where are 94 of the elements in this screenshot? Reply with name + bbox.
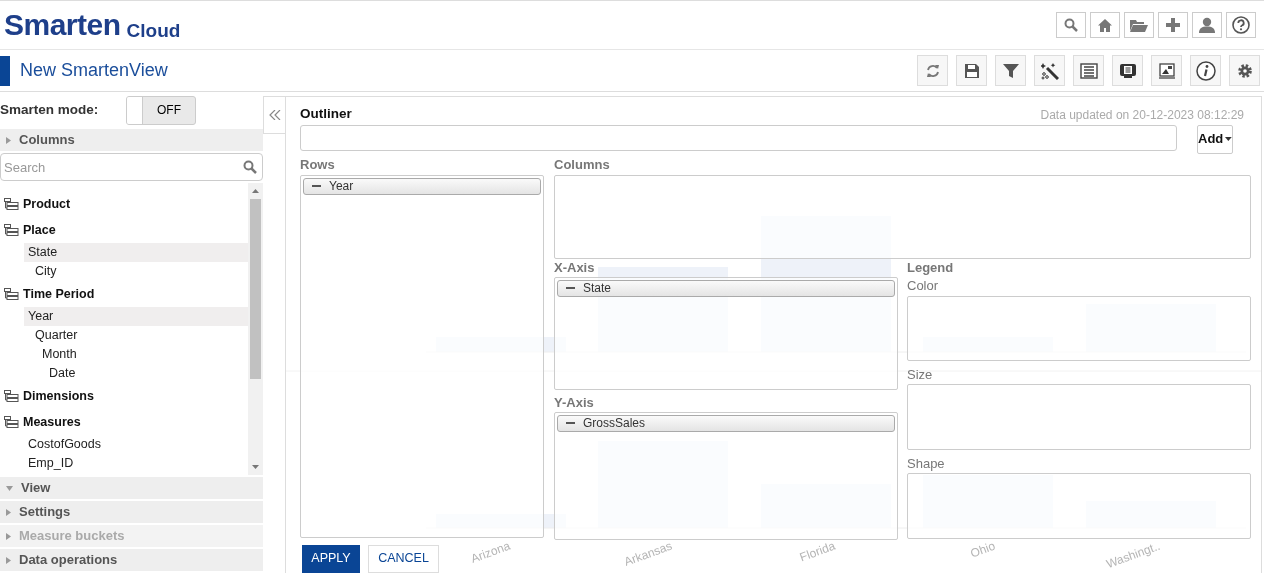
tree-item[interactable]: City — [24, 262, 248, 281]
caret-icon — [6, 508, 11, 516]
tree-group-label[interactable]: Measures — [23, 412, 81, 432]
caret-icon — [6, 556, 11, 564]
add-button[interactable] — [1158, 12, 1188, 38]
add-dropdown-button[interactable]: Add — [1197, 124, 1233, 154]
help-button[interactable] — [1226, 12, 1256, 38]
search-field[interactable]: Search — [0, 153, 263, 181]
minus-icon — [566, 287, 575, 289]
list-button[interactable] — [1073, 55, 1104, 86]
filter-icon — [1002, 62, 1019, 79]
field-label: Shape — [907, 455, 945, 472]
tree-item[interactable]: Emp_ID — [24, 454, 248, 473]
view-title: New SmartenView — [20, 59, 168, 82]
tree-group-label[interactable]: Place — [23, 220, 56, 240]
user-icon — [1199, 17, 1215, 33]
settings-icon — [1236, 62, 1253, 79]
section-label: Legend — [907, 259, 954, 276]
field-chip[interactable]: Year — [303, 177, 541, 195]
x-axis-label: Florida — [797, 538, 838, 565]
section-header[interactable]: Columns — [0, 129, 263, 151]
logo-text: Smarten — [4, 10, 121, 40]
drop-zone[interactable]: Year — [300, 174, 544, 538]
settings-button[interactable] — [1229, 55, 1260, 86]
scrollbar[interactable] — [248, 183, 263, 475]
tree-item[interactable]: Date — [24, 364, 248, 383]
image-icon — [1157, 62, 1176, 79]
drop-zone[interactable]: GrossSales — [554, 411, 898, 540]
hierarchy-icon — [4, 288, 19, 300]
tree-item[interactable]: Quarter — [24, 326, 248, 345]
outliner-input[interactable] — [300, 124, 1177, 151]
info-button[interactable] — [1190, 55, 1221, 86]
toggle-switch[interactable]: OFF — [126, 96, 196, 125]
refresh-button[interactable] — [917, 55, 948, 86]
refresh-icon — [925, 63, 940, 78]
caret-icon — [6, 532, 11, 540]
drop-zone[interactable]: State — [554, 276, 898, 390]
save-button[interactable] — [956, 55, 987, 86]
section-label: Y-Axis — [554, 394, 594, 411]
image-button[interactable] — [1151, 55, 1182, 86]
tree-item[interactable]: State — [24, 243, 248, 262]
tree-group-label[interactable]: Time Period — [23, 284, 95, 304]
monitor-icon — [1118, 62, 1137, 79]
apply-button[interactable]: APPLY — [302, 544, 360, 573]
tree-item[interactable]: Month — [24, 345, 248, 364]
cancel-button[interactable]: CANCEL — [368, 544, 439, 573]
update-timestamp: Data updated on 20-12-2023 08:12:29 — [1040, 108, 1244, 122]
title-accent-bar — [0, 55, 10, 86]
double-chevron-icon — [268, 110, 281, 120]
minus-icon — [566, 422, 575, 424]
collapse-button[interactable] — [263, 96, 285, 134]
logo-subtitle: Cloud — [126, 21, 181, 40]
mode-label: Smarten mode: — [0, 101, 99, 120]
field-label: Size — [907, 366, 933, 383]
field-chip[interactable]: State — [557, 279, 895, 297]
section-label: Rows — [300, 156, 335, 173]
tree-item[interactable]: CostofGoods — [24, 435, 248, 454]
field-chip[interactable]: GrossSales — [557, 414, 895, 432]
tree-group-label[interactable]: Dimensions — [23, 386, 94, 406]
report-button[interactable] — [1112, 55, 1143, 86]
section-header[interactable]: Settings — [0, 501, 263, 523]
caret-icon — [6, 136, 11, 144]
folder-button[interactable] — [1124, 12, 1154, 38]
hierarchy-icon — [4, 224, 19, 236]
field-label: Color — [907, 277, 939, 294]
x-axis-label: Ohio — [968, 538, 998, 561]
home-icon — [1098, 18, 1112, 32]
info-icon — [1195, 60, 1216, 81]
search-icon — [1064, 18, 1078, 32]
plus-icon — [1166, 18, 1180, 32]
folder-icon — [1130, 18, 1148, 32]
filter-button[interactable] — [995, 55, 1026, 86]
minus-icon — [312, 185, 321, 187]
hierarchy-icon — [4, 416, 19, 428]
panel-title: Outliner — [300, 106, 352, 122]
tree-item[interactable]: Year — [24, 307, 248, 326]
section-header[interactable]: Data operations — [0, 549, 263, 571]
tree-group-label[interactable]: Product — [23, 194, 71, 214]
section-label: Columns — [554, 156, 610, 173]
magic-wand-icon — [1040, 61, 1059, 80]
caret-icon — [1225, 137, 1232, 141]
x-axis-label: Arizona — [469, 538, 513, 566]
section-header[interactable]: View — [0, 477, 263, 499]
search-button[interactable] — [1056, 12, 1086, 38]
magic-wand-button[interactable] — [1034, 55, 1065, 86]
user-button[interactable] — [1192, 12, 1222, 38]
list-icon — [1079, 62, 1098, 79]
help-icon — [1232, 16, 1250, 34]
search-icon — [243, 160, 257, 174]
section-label: X-Axis — [554, 259, 595, 276]
caret-icon — [6, 485, 13, 491]
hierarchy-icon — [4, 198, 19, 210]
home-button[interactable] — [1090, 12, 1120, 38]
hierarchy-icon — [4, 390, 19, 402]
